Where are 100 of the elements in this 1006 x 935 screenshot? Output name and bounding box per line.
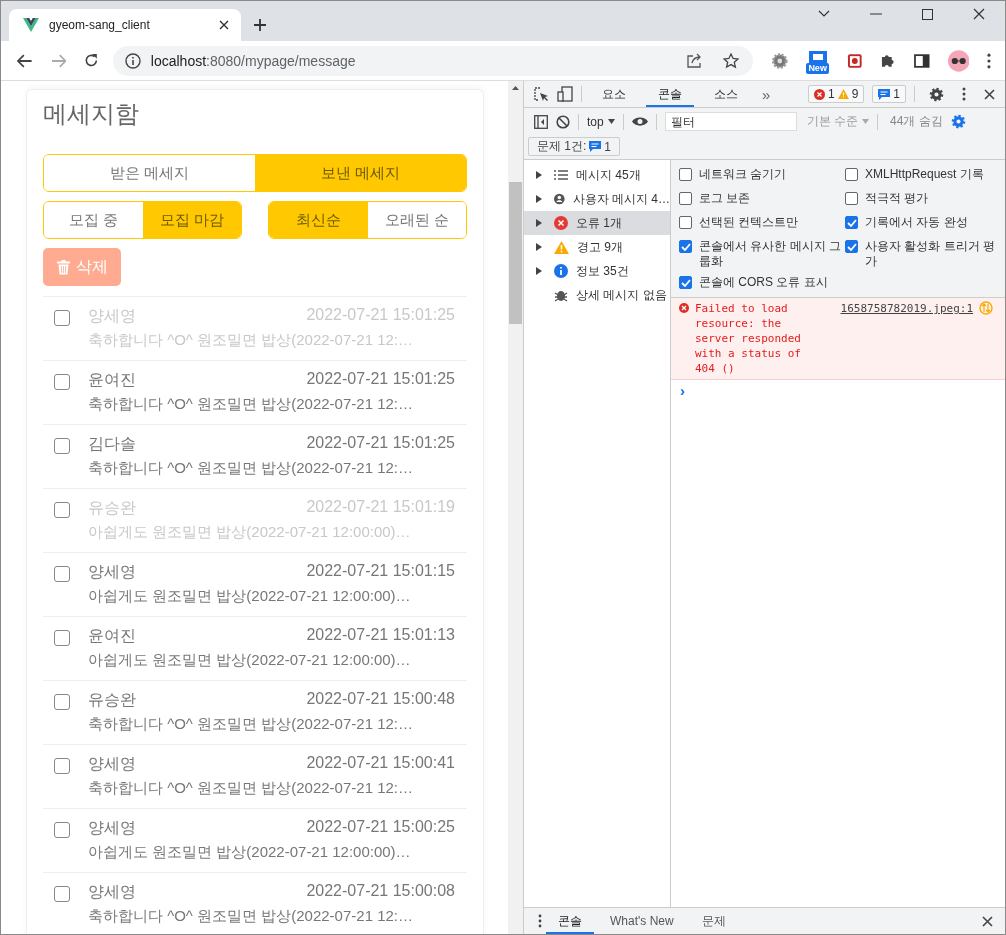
sidebar-item[interactable]: 오류 1개 — [524, 211, 670, 235]
expand-arrow-icon[interactable] — [536, 267, 542, 275]
kebab-menu-icon[interactable] — [538, 914, 542, 928]
message-time: 2022-07-21 15:00:48 — [306, 690, 455, 709]
sidebar-item[interactable]: 메시지 45개 — [524, 163, 670, 187]
message-row[interactable]: 유승완 2022-07-21 15:00:48 축하합니다 ^O^ 원조밀면 밥상(2022-07-21 12:… — [43, 680, 467, 744]
clear-console-icon[interactable] — [556, 114, 570, 129]
issues-button[interactable]: 문제 1건: 1 — [528, 137, 621, 156]
gear-icon[interactable] — [770, 51, 789, 70]
record-icon[interactable] — [846, 52, 863, 69]
scroll-up-icon[interactable] — [512, 86, 519, 90]
error-text: Failed to load resource: the server responded with a status of 404 () — [695, 301, 802, 376]
expand-arrow-icon[interactable] — [536, 195, 542, 203]
side-panel-icon[interactable] — [914, 53, 930, 68]
setting-checkbox[interactable]: 사용자 활성화 트리거 평가 — [845, 235, 997, 269]
sidebar-item[interactable]: 경고 9개 — [524, 235, 670, 259]
checkbox[interactable] — [54, 630, 70, 646]
back-icon[interactable] — [17, 53, 33, 68]
setting-checkbox[interactable]: 네트워크 숨기기 — [679, 163, 845, 185]
message-preview: 축하합니다 ^O^ 원조밀면 밥상(2022-07-21 12:… — [88, 459, 414, 478]
sort-tab[interactable]: 최신순 — [269, 202, 368, 238]
checkbox[interactable] — [54, 758, 70, 774]
share-icon[interactable] — [686, 53, 703, 68]
reload-icon[interactable] — [84, 53, 99, 68]
star-icon[interactable] — [722, 52, 739, 69]
checkbox[interactable] — [54, 566, 70, 582]
mailbox-tab[interactable]: 보낸 메세지 — [255, 155, 466, 191]
message-row[interactable]: 윤여진 2022-07-21 15:01:13 아쉽게도 원조밀면 밥상(2022-07-21 12:00:00)… — [43, 616, 467, 680]
devtools-tab[interactable]: 요소 — [590, 81, 638, 107]
source-link[interactable]: 1658758782019.jpeg:1 — [840, 301, 973, 316]
settings-icon[interactable] — [929, 86, 944, 102]
message-time: 2022-07-21 15:00:08 — [306, 882, 455, 901]
scroll-thumb[interactable] — [509, 182, 522, 324]
caret-icon — [607, 119, 615, 124]
avatar-icon[interactable] — [947, 49, 970, 72]
setting-checkbox[interactable]: 선택된 컨텍스트만 — [679, 211, 845, 233]
scrollbar[interactable] — [508, 81, 523, 934]
drawer-tab[interactable]: 문제 — [689, 908, 738, 934]
error-warning-counter[interactable]: 1 9 — [807, 85, 865, 103]
console-prompt[interactable]: › — [680, 382, 685, 399]
checkbox[interactable] — [54, 694, 70, 710]
url-path: :8080/mypage/message — [206, 52, 356, 69]
sender-name: 양세영 — [88, 754, 136, 774]
checkmark-icon — [846, 218, 857, 227]
close-icon[interactable] — [973, 8, 985, 20]
filter-field[interactable]: 필터 — [664, 112, 797, 131]
devtools-tab[interactable]: 콘솔 — [646, 81, 694, 107]
close-icon[interactable] — [982, 915, 993, 927]
sidebar-item[interactable]: 사용자 메시지 4… — [524, 187, 670, 211]
message-preview: 축하합니다 ^O^ 원조밀면 밥상(2022-07-21 12:… — [88, 779, 414, 798]
checkbox[interactable] — [54, 502, 70, 518]
expand-arrow-icon[interactable] — [536, 219, 542, 227]
checkbox[interactable] — [54, 374, 70, 390]
checkbox[interactable] — [54, 310, 70, 326]
message-row[interactable]: 양세영 2022-07-21 15:00:25 아쉽게도 원조밀면 밥상(2022-07-21 12:00:00)… — [43, 808, 467, 872]
setting-checkbox[interactable]: 기록에서 자동 완성 — [845, 211, 997, 233]
checkbox[interactable] — [54, 886, 70, 902]
message-preview: 아쉽게도 원조밀면 밥상(2022-07-21 12:00:00)… — [88, 651, 412, 670]
more-tabs[interactable]: » — [758, 85, 775, 103]
expand-arrow-icon[interactable] — [536, 243, 542, 251]
kebab-menu-icon[interactable] — [987, 52, 991, 69]
context-dropdown[interactable]: top — [587, 114, 615, 129]
message-row[interactable]: 양세영 2022-07-21 15:00:08 축하합니다 ^O^ 원조밀면 밥상(2022-07-21 12:… — [43, 872, 467, 934]
chevron-down-icon[interactable] — [818, 10, 830, 18]
setting-checkbox[interactable]: 로그 보존 — [679, 187, 845, 209]
issues-counter[interactable]: 1 — [872, 85, 906, 103]
message-time: 2022-07-21 15:01:13 — [306, 626, 455, 645]
close-icon[interactable] — [984, 88, 995, 100]
settings-icon[interactable] — [950, 114, 966, 129]
device-icon[interactable] — [557, 86, 573, 102]
eye-icon[interactable] — [631, 116, 648, 127]
message-row[interactable]: 양세영 2022-07-21 15:00:41 축하합니다 ^O^ 원조밀면 밥상(2022-07-21 12:… — [43, 744, 467, 808]
sidebar-toggle-icon[interactable] — [534, 114, 548, 129]
message-row[interactable]: 김다솔 2022-07-21 15:01:25 축하합니다 ^O^ 원조밀면 밥상(2022-07-21 12:… — [43, 424, 467, 488]
new-tab-icon[interactable] — [253, 18, 267, 32]
expand-arrow-icon[interactable] — [536, 171, 542, 179]
devtools-tab[interactable]: 소스 — [702, 81, 750, 107]
browser-tab[interactable]: gyeom-sang_client — [9, 9, 241, 41]
warning-icon — [554, 240, 569, 254]
setting-checkbox[interactable]: 콘솔에 CORS 오류 표시 — [679, 271, 845, 293]
checkbox[interactable] — [54, 822, 70, 838]
sidebar-item[interactable]: 정보 35건 — [524, 259, 670, 283]
setting-checkbox[interactable]: 콘솔에서 유사한 메시지 그룹화 — [679, 235, 845, 269]
setting-checkbox[interactable]: XMLHttpRequest 기록 — [845, 163, 997, 185]
extension-icon[interactable] — [808, 51, 827, 63]
close-icon[interactable] — [219, 20, 229, 30]
address-bar[interactable]: localhost:8080/mypage/message — [112, 45, 753, 76]
message-row[interactable]: 양세영 2022-07-21 15:01:15 아쉽게도 원조밀면 밥상(2022-07-21 12:00:00)… — [43, 552, 467, 616]
bug-icon — [554, 288, 568, 302]
sender-name: 윤여진 — [88, 626, 136, 646]
inspect-icon[interactable] — [534, 86, 549, 102]
kebab-menu-icon[interactable] — [962, 87, 966, 101]
setting-checkbox[interactable]: 적극적 평가 — [845, 187, 997, 209]
sidebar-item[interactable]: 상세 메시지 없음 — [524, 283, 670, 307]
message-row[interactable]: 윤여진 2022-07-21 15:01:25 축하합니다 ^O^ 원조밀면 밥상(2022-07-21 12:… — [43, 360, 467, 424]
checkbox[interactable] — [54, 438, 70, 454]
drawer-tab[interactable]: What's New — [598, 908, 686, 934]
drawer-tab[interactable]: 콘솔 — [546, 908, 594, 934]
status-filter-tab[interactable]: 모집 마감 — [142, 202, 241, 238]
maximize-icon[interactable] — [922, 8, 933, 20]
